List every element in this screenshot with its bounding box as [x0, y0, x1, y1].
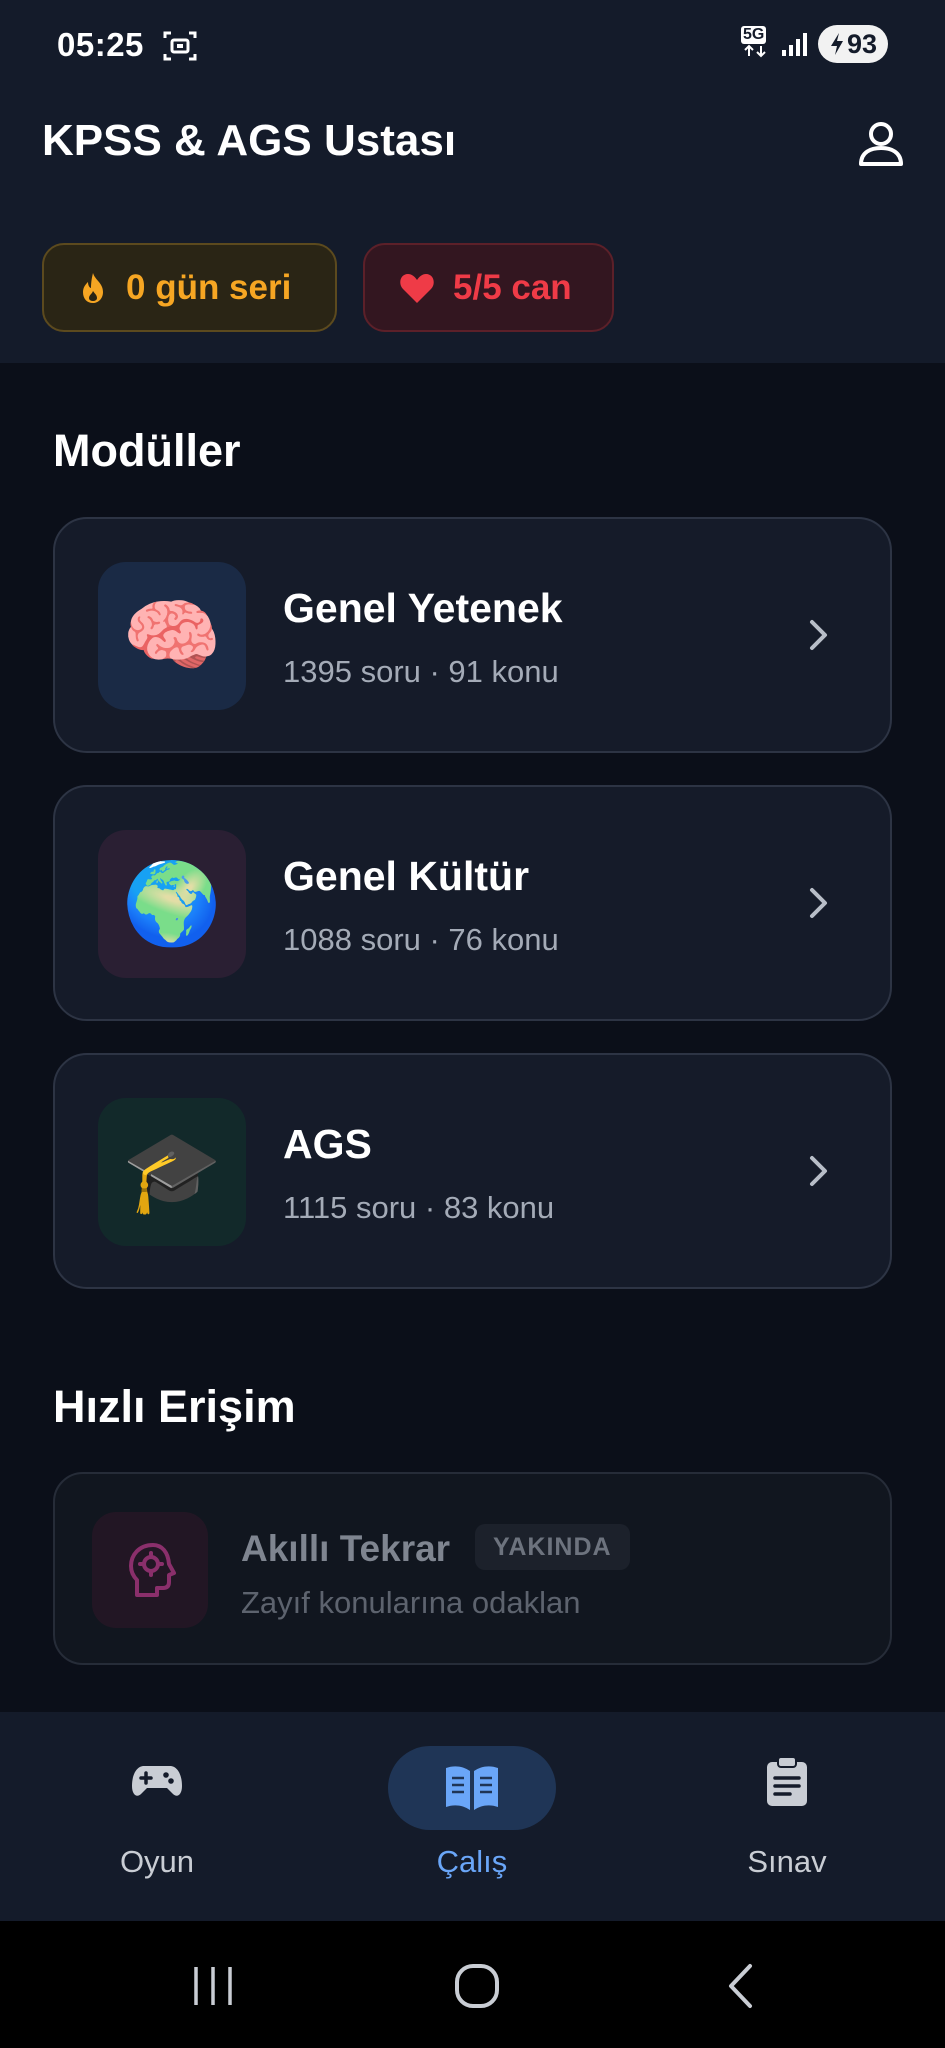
nav-label: Sınav: [747, 1844, 827, 1879]
network-indicator: 5G: [741, 26, 775, 62]
app-title: KPSS & AGS Ustası: [42, 116, 457, 165]
lives-label: 5/5 can: [453, 267, 572, 307]
module-name: Genel Yetenek: [283, 585, 563, 631]
globe-icon: 🌍: [98, 830, 246, 978]
module-card-genel-yetenek[interactable]: 🧠 Genel Yetenek 1395 soru · 91 konu: [53, 517, 892, 753]
nav-label: Oyun: [119, 1844, 195, 1879]
nav-item-calis[interactable]: Çalış: [347, 1712, 597, 1921]
screenshot-icon: [163, 31, 197, 61]
module-card-ags[interactable]: 🎓 AGS 1115 soru · 83 konu: [53, 1053, 892, 1289]
module-card-genel-kultur[interactable]: 🌍 Genel Kültür 1088 soru · 76 konu: [53, 785, 892, 1021]
modules-section-title: Modüller: [53, 425, 241, 476]
quick-access-name: Akıllı Tekrar: [241, 1528, 451, 1569]
module-meta: 1395 soru · 91 konu: [283, 654, 559, 689]
fire-icon: [83, 272, 103, 303]
quick-access-section-title: Hızlı Erişim: [53, 1381, 296, 1432]
header-area: 05:25 5G 93 KPSS & AGS Ustası 0 gün seri…: [0, 0, 945, 363]
chevron-right-icon: [810, 888, 827, 918]
quick-access-smart-review: Akıllı Tekrar YAKINDA Zayıf konularına o…: [53, 1472, 892, 1665]
brain-icon: 🧠: [98, 562, 246, 710]
system-navigation-bar: [0, 1921, 945, 2048]
network-type: 5G: [741, 26, 767, 44]
chevron-right-icon: [810, 1156, 827, 1186]
bottom-navigation: Oyun Çalış Sınav: [0, 1712, 945, 1921]
coming-soon-badge: YAKINDA: [475, 1524, 630, 1570]
head-gear-icon: [92, 1512, 208, 1628]
clipboard-icon: [767, 1756, 807, 1806]
nav-item-oyun[interactable]: Oyun: [32, 1712, 282, 1921]
nav-label: Çalış: [436, 1844, 508, 1879]
lives-badge[interactable]: 5/5 can: [363, 243, 614, 332]
graduation-cap-icon: 🎓: [98, 1098, 246, 1246]
back-icon[interactable]: [717, 1961, 767, 2011]
battery-indicator: 93: [818, 25, 888, 63]
data-arrows-icon: [744, 44, 766, 58]
book-open-icon: [446, 1766, 498, 1810]
charging-bolt-icon: [830, 33, 843, 55]
module-meta: 1115 soru · 83 konu: [283, 1190, 555, 1225]
nav-item-sinav[interactable]: Sınav: [662, 1712, 912, 1921]
module-meta: 1088 soru · 76 konu: [283, 922, 559, 957]
status-bar: 05:25 5G 93: [0, 0, 945, 92]
profile-icon[interactable]: [855, 118, 907, 170]
recent-apps-icon[interactable]: [188, 1961, 238, 2011]
heart-icon: [400, 273, 434, 303]
status-time: 05:25: [57, 26, 144, 63]
battery-level: 93: [846, 28, 878, 59]
home-icon[interactable]: [452, 1961, 502, 2011]
module-name: AGS: [283, 1121, 372, 1167]
streak-label: 0 gün seri: [126, 267, 292, 307]
signal-icon: [782, 33, 807, 56]
module-name: Genel Kültür: [283, 853, 530, 899]
gamepad-icon: [132, 1766, 182, 1796]
streak-badge[interactable]: 0 gün seri: [42, 243, 337, 332]
chevron-right-icon: [810, 620, 827, 650]
quick-access-subtitle: Zayıf konularına odaklan: [241, 1585, 581, 1620]
